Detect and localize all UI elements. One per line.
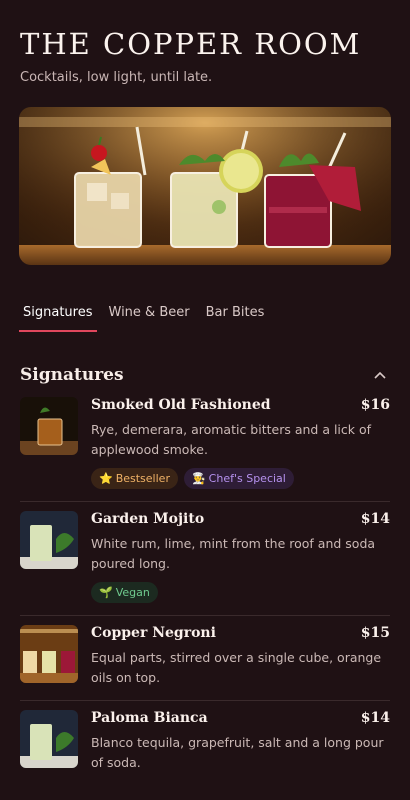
- item-name: Copper Negroni: [91, 625, 216, 641]
- item-badges: 🌱 Vegan: [91, 582, 390, 603]
- item-price: $15: [360, 625, 390, 641]
- section-title: Signatures: [20, 365, 124, 385]
- item-thumbnail: [20, 397, 78, 455]
- tab-wine-beer[interactable]: Wine & Beer: [105, 305, 194, 331]
- item-name: Garden Mojito: [91, 511, 205, 527]
- star-icon: ⭐: [99, 472, 113, 485]
- chevron-up-icon: [374, 371, 386, 379]
- sprout-icon: 🌱: [99, 586, 113, 599]
- page-title: THE COPPER ROOM: [20, 27, 362, 61]
- item-description: Equal parts, stirred over a single cube,…: [91, 650, 382, 685]
- menu-item[interactable]: Smoked Old Fashioned $16 Rye, demerara, …: [20, 397, 390, 502]
- menu-item[interactable]: Copper Negroni $15 Equal parts, stirred …: [20, 625, 390, 701]
- item-description: White rum, lime, mint from the roof and …: [91, 536, 376, 571]
- item-price: $14: [360, 710, 390, 726]
- tab-signatures[interactable]: Signatures: [19, 305, 97, 332]
- item-description: Blanco tequila, grapefruit, salt and a l…: [91, 735, 384, 770]
- badge-vegan: 🌱 Vegan: [91, 582, 158, 603]
- header: THE COPPER ROOM Cocktails, low light, un…: [0, 0, 410, 85]
- item-name: Paloma Bianca: [91, 710, 208, 726]
- tab-bar-bites[interactable]: Bar Bites: [202, 305, 269, 331]
- item-badges: ⭐ Bestseller 👨‍🍳 Chef's Special: [91, 468, 390, 489]
- collapse-button[interactable]: [370, 365, 390, 385]
- cocktails-illustration: [19, 107, 391, 265]
- badge-chefs-special: 👨‍🍳 Chef's Special: [183, 468, 294, 489]
- chef-hat-icon: 👨‍🍳: [191, 472, 206, 485]
- item-name: Smoked Old Fashioned: [91, 397, 271, 413]
- item-thumbnail: [20, 511, 78, 569]
- menu-item[interactable]: Garden Mojito $14 White rum, lime, mint …: [20, 511, 390, 616]
- section-header: Signatures: [20, 365, 390, 385]
- item-thumbnail: [20, 710, 78, 768]
- badge-bestseller: ⭐ Bestseller: [91, 468, 178, 489]
- tagline: Cocktails, low light, until late.: [20, 70, 213, 85]
- menu-item[interactable]: Paloma Bianca $14 Blanco tequila, grapef…: [20, 710, 390, 785]
- item-thumbnail: [20, 625, 78, 683]
- menu-list: Smoked Old Fashioned $16 Rye, demerara, …: [20, 397, 390, 785]
- item-price: $16: [360, 397, 390, 413]
- item-price: $14: [360, 511, 390, 527]
- item-description: Rye, demerara, aromatic bitters and a li…: [91, 422, 372, 457]
- hero-image: [19, 107, 391, 265]
- tab-bar: Signatures Wine & Beer Bar Bites: [19, 305, 410, 335]
